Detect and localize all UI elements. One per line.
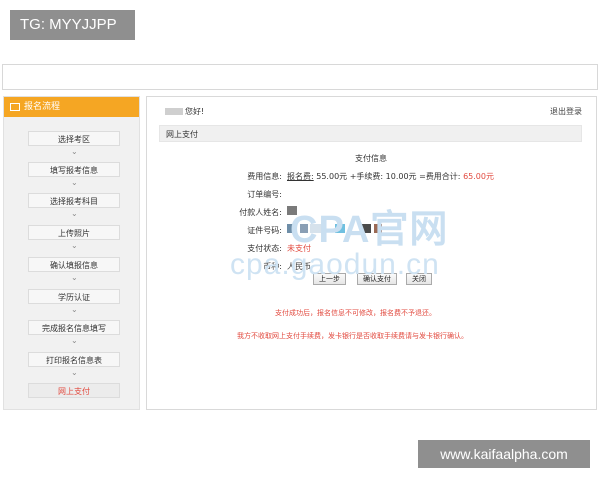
sidebar-step-confirm-info[interactable]: 确认填报信息 <box>28 257 120 272</box>
greeting: 您好! <box>165 106 204 117</box>
total-fee-label: =费用合计: <box>419 172 461 181</box>
id-label: 证件号码: <box>247 226 282 235</box>
fee-details: 报名费: 55.00元 +手续费: 10.00元 =费用合计: 65.00元 <box>287 171 494 182</box>
sidebar-step-fill-info[interactable]: 填写报考信息 <box>28 162 120 177</box>
handling-fee-value: 10.00元 <box>385 172 417 181</box>
reg-fee-label: 报名费: <box>287 172 314 181</box>
chevron-down-icon: ⌄ <box>71 209 78 218</box>
chevron-down-icon: ⌄ <box>71 368 78 377</box>
sidebar-header: 报名流程 <box>4 97 139 117</box>
sidebar-title: 报名流程 <box>24 102 61 112</box>
total-fee-value: 65.00元 <box>463 172 494 181</box>
sidebar-step-online-payment[interactable]: 网上支付 <box>28 383 120 398</box>
handling-fee-label: +手续费: <box>349 172 384 181</box>
logout-link[interactable]: 退出登录 <box>550 106 582 117</box>
payment-info-title: 支付信息 <box>355 154 387 163</box>
chevron-down-icon: ⌄ <box>71 305 78 314</box>
fee-label: 费用信息: <box>247 172 282 181</box>
order-label: 订单编号: <box>247 190 282 199</box>
watermark-url: cpa.gaodun.cn <box>230 248 440 281</box>
chevron-down-icon: ⌄ <box>71 336 78 345</box>
top-bar <box>2 64 598 90</box>
chevron-down-icon: ⌄ <box>71 147 78 156</box>
sidebar-step-upload-photo[interactable]: 上传照片 <box>28 225 120 240</box>
reg-fee-value: 55.00元 <box>316 172 348 181</box>
watermark-text: CPA官网 <box>290 209 449 251</box>
sidebar-step-complete[interactable]: 完成报名信息填写 <box>28 320 120 335</box>
fee-notice: 我方不收取网上支付手续费，发卡银行是否收取手续费请与发卡银行确认。 <box>237 332 468 340</box>
sidebar-step-print[interactable]: 打印报名信息表 <box>28 352 120 367</box>
tg-label: TG: MYYJJPP <box>10 10 135 40</box>
greeting-text: 您好! <box>185 107 205 116</box>
monitor-icon <box>10 103 20 111</box>
chevron-down-icon: ⌄ <box>71 273 78 282</box>
sidebar-step-education[interactable]: 学历认证 <box>28 289 120 304</box>
blurred-username <box>165 108 183 115</box>
chevron-down-icon: ⌄ <box>71 241 78 250</box>
chevron-down-icon: ⌄ <box>71 178 78 187</box>
sidebar-step-select-area[interactable]: 选择考区 <box>28 131 120 146</box>
sidebar: 报名流程 选择考区 ⌄ 填写报考信息 ⌄ 选择报考科目 ⌄ 上传照片 ⌄ 确认填… <box>3 96 140 410</box>
sidebar-step-select-subjects[interactable]: 选择报考科目 <box>28 193 120 208</box>
site-url-label: www.kaifaalpha.com <box>418 440 590 468</box>
section-title: 网上支付 <box>159 125 582 142</box>
payer-label: 付款人姓名: <box>239 208 282 217</box>
payment-notice: 支付成功后，报名信息不可修改，报名费不予退还。 <box>275 309 436 317</box>
